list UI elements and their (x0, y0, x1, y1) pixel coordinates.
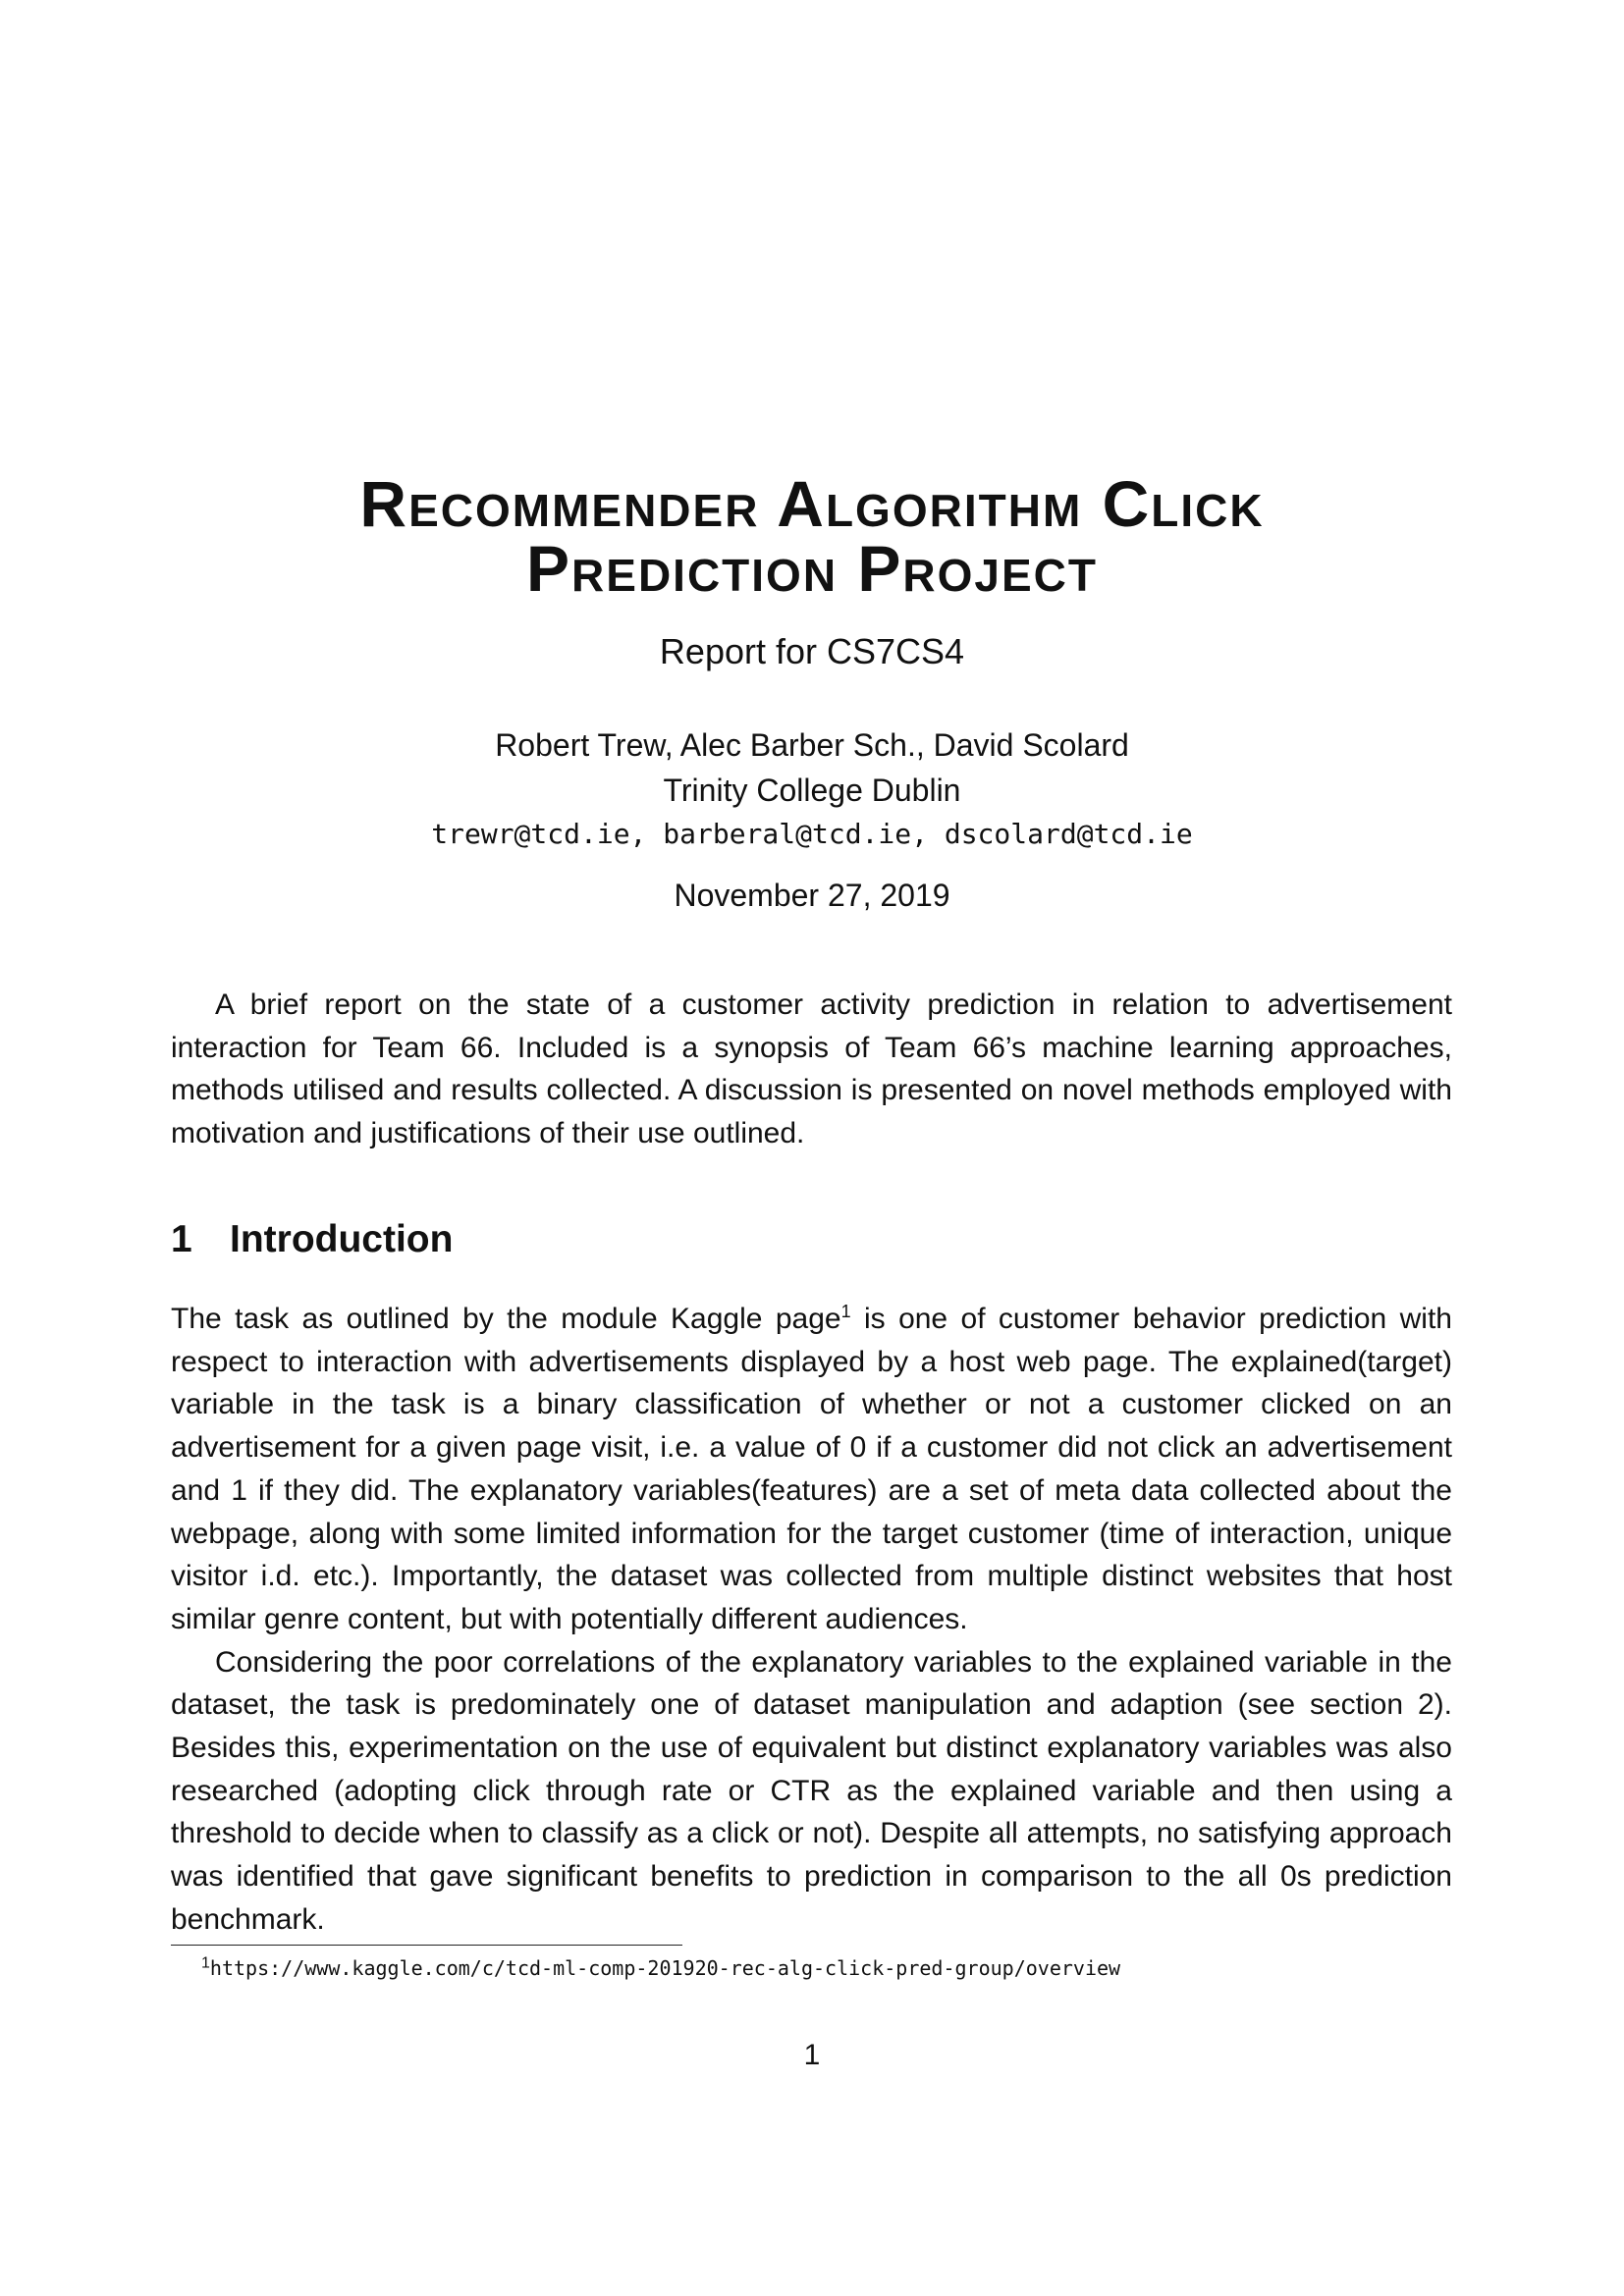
abstract-text: A brief report on the state of a custome… (171, 988, 1452, 1150)
paper-page: Recommender Algorithm Click Prediction P… (0, 0, 1624, 2296)
introduction-body: The task as outlined by the module Kaggl… (171, 1298, 1452, 1942)
footnote-mark: 1 (201, 1954, 210, 1972)
paper-title: Recommender Algorithm Click Prediction P… (0, 471, 1624, 601)
paragraph-text: The task as outlined by the module Kaggl… (171, 1303, 841, 1335)
author-block: Robert Trew, Alec Barber Sch., David Sco… (0, 722, 1624, 813)
paper-title-line-1: Recommender Algorithm Click (359, 467, 1265, 540)
footnote-divider (171, 1945, 682, 1946)
footnote-reference: 1 (840, 1302, 851, 1321)
author-affiliation: Trinity College Dublin (663, 773, 961, 808)
abstract: A brief report on the state of a custome… (171, 984, 1452, 1155)
section-number: 1 (171, 1218, 192, 1260)
page-number: 1 (803, 2039, 821, 2071)
introduction-paragraph-2: Considering the poor correlations of the… (171, 1645, 1452, 1936)
author-names: Robert Trew, Alec Barber Sch., David Sco… (495, 727, 1129, 763)
paper-date: November 27, 2019 (674, 878, 950, 913)
section-heading-introduction: 1 Introduction (171, 1215, 453, 1264)
section-title: Introduction (230, 1218, 454, 1260)
paper-subtitle: Report for CS7CS4 (659, 631, 965, 671)
author-emails: trewr@tcd.ie, barberal@tcd.ie, dscolard@… (431, 818, 1193, 850)
paragraph-text: is one of customer behavior prediction w… (171, 1303, 1452, 1635)
footnote: 1https://www.kaggle.com/c/tcd-ml-comp-20… (201, 1953, 1120, 1983)
footnote-url: https://www.kaggle.com/c/tcd-ml-comp-201… (209, 1956, 1121, 1980)
paper-title-line-2: Prediction Project (526, 532, 1098, 605)
introduction-paragraph-1: The task as outlined by the module Kaggl… (171, 1298, 1452, 1641)
